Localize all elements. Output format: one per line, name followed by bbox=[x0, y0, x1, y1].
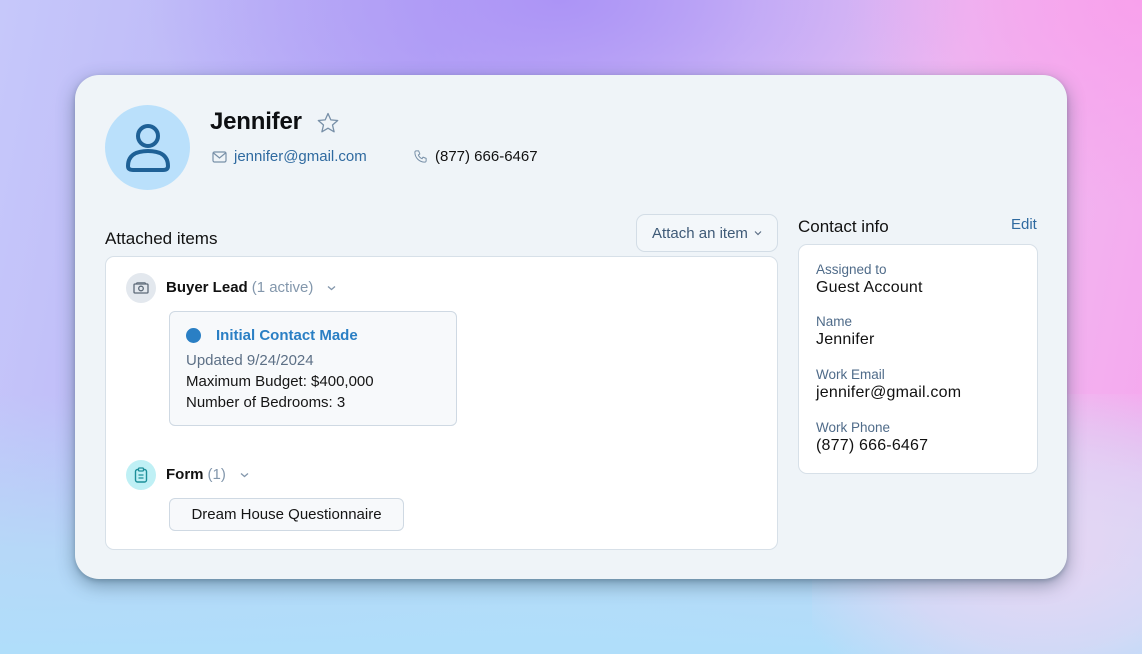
buyer-lead-title: Buyer Lead bbox=[166, 279, 248, 296]
avatar bbox=[105, 105, 190, 190]
attach-item-button[interactable]: Attach an item bbox=[636, 214, 778, 252]
money-icon-badge bbox=[126, 273, 156, 303]
field-work-phone: Work Phone (877) 666-6467 bbox=[816, 420, 928, 456]
buyer-lead-count: (1 active) bbox=[251, 279, 314, 296]
field-label: Name bbox=[816, 314, 853, 329]
contact-info-panel: Assigned to Guest Account Name Jennifer … bbox=[798, 244, 1038, 474]
user-icon bbox=[125, 123, 170, 172]
lead-budget: Maximum Budget: $400,000 bbox=[186, 373, 374, 390]
chevron-down-icon bbox=[754, 231, 762, 236]
form-item-label: Dream House Questionnaire bbox=[191, 506, 382, 523]
status-dot bbox=[186, 328, 201, 343]
field-assigned-to: Assigned to Guest Account bbox=[816, 262, 923, 298]
contact-name: Jennifer bbox=[210, 108, 302, 135]
chevron-down-icon bbox=[327, 285, 336, 290]
form-item-button[interactable]: Dream House Questionnaire bbox=[169, 498, 404, 531]
phone-icon bbox=[414, 150, 427, 163]
mail-icon bbox=[212, 150, 227, 163]
attached-items-title: Attached items bbox=[105, 229, 218, 248]
star-icon[interactable] bbox=[316, 111, 340, 135]
email-text: jennifer@gmail.com bbox=[234, 148, 367, 165]
phone-link[interactable]: (877) 666-6467 bbox=[413, 148, 538, 165]
clipboard-icon-badge bbox=[126, 460, 156, 490]
field-label: Assigned to bbox=[816, 262, 887, 277]
lead-updated: Updated 9/24/2024 bbox=[186, 352, 314, 369]
form-count: (1) bbox=[207, 466, 226, 483]
form-title: Form bbox=[166, 466, 204, 483]
email-link[interactable]: jennifer@gmail.com bbox=[212, 148, 367, 165]
clipboard-icon bbox=[134, 467, 148, 483]
field-value: jennifer@gmail.com bbox=[816, 384, 962, 401]
form-group-toggle[interactable]: Form (1) bbox=[166, 466, 249, 483]
attach-item-label: Attach an item bbox=[652, 224, 748, 242]
attached-items-panel: Buyer Lead (1 active) Initial Contact Ma… bbox=[105, 256, 778, 550]
chevron-down-icon bbox=[240, 472, 249, 477]
money-icon bbox=[133, 282, 149, 294]
lead-bedrooms: Number of Bedrooms: 3 bbox=[186, 394, 346, 411]
buyer-lead-card[interactable]: Initial Contact Made Updated 9/24/2024 M… bbox=[169, 311, 457, 426]
field-work-email: Work Email jennifer@gmail.com bbox=[816, 367, 961, 403]
field-value: Jennifer bbox=[816, 331, 875, 348]
field-label: Work Phone bbox=[816, 420, 891, 435]
contact-info-title: Contact info bbox=[798, 217, 889, 236]
contact-card: Jennifer jennifer@gmail.com (877) 666-64… bbox=[75, 75, 1067, 579]
field-name: Name Jennifer bbox=[816, 314, 875, 350]
edit-contact-link[interactable]: Edit bbox=[1011, 216, 1037, 233]
field-value: Guest Account bbox=[816, 279, 923, 296]
phone-text: (877) 666-6467 bbox=[435, 148, 538, 165]
buyer-lead-group-toggle[interactable]: Buyer Lead (1 active) bbox=[166, 279, 336, 296]
field-label: Work Email bbox=[816, 367, 885, 382]
lead-status: Initial Contact Made bbox=[216, 327, 358, 344]
field-value: (877) 666-6467 bbox=[816, 437, 929, 454]
